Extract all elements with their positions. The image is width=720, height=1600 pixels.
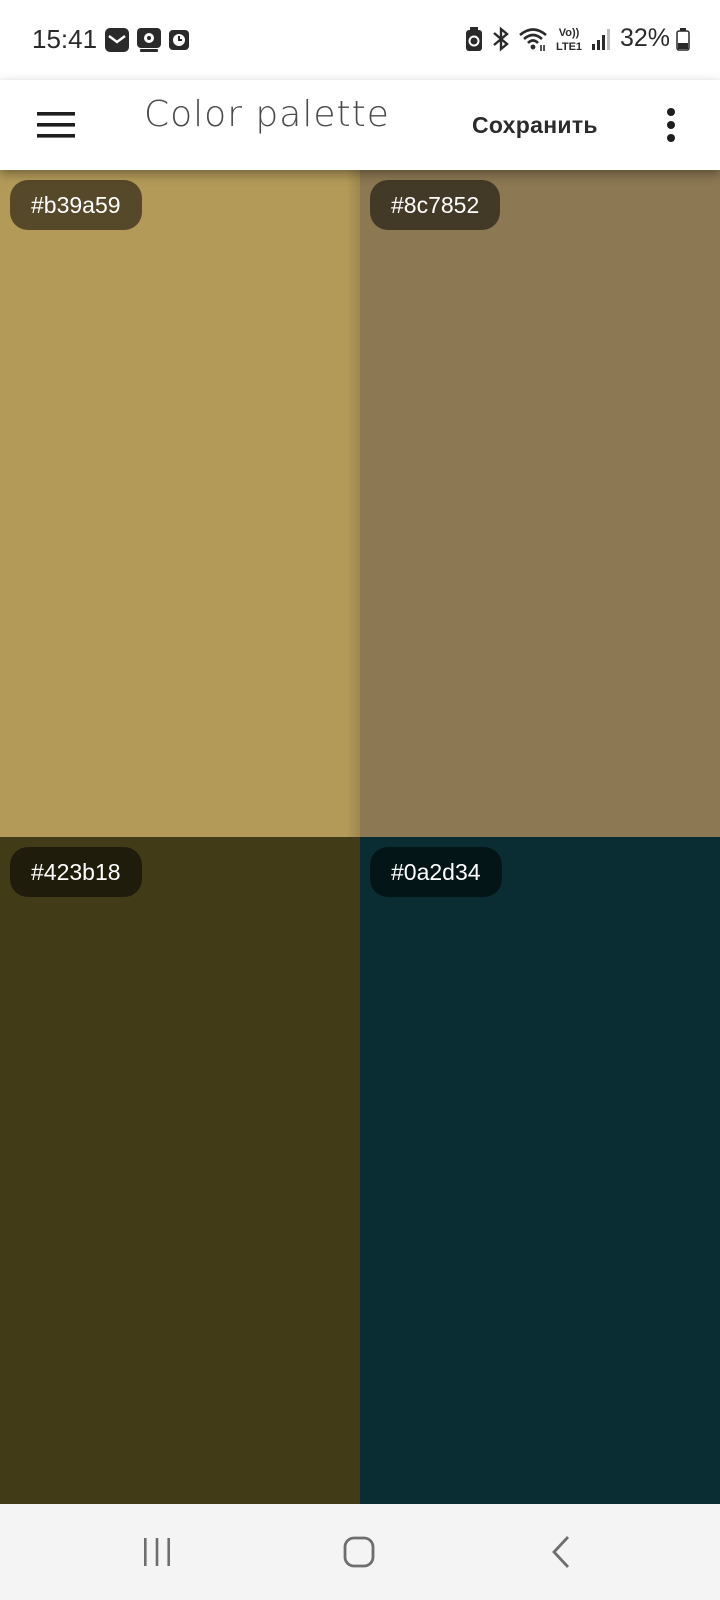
wifi-icon [519,27,547,51]
recent-apps-icon [144,1538,170,1566]
clock-app-icon [169,30,189,50]
signal-icon [591,28,610,50]
more-vert-icon [667,108,675,142]
status-time: 15:41 [32,24,98,54]
recent-apps-button[interactable] [127,1524,187,1580]
color-swatch[interactable]: #0a2d34 [360,837,720,1504]
back-button[interactable] [531,1524,591,1580]
hex-code-chip[interactable]: #0a2d34 [370,847,502,897]
menu-icon [37,112,75,138]
home-icon [343,1536,375,1568]
battery-saver-icon [465,26,482,51]
svg-text:Vo)): Vo)) [559,27,580,39]
status-bar: 15:41 Vo)) LTE1 32% [0,0,720,80]
page-title: Color palette [144,94,390,135]
save-button[interactable]: Сохранить [472,100,598,150]
back-icon [552,1536,570,1568]
color-palette-grid: #b39a59 #8c7852 #423b18 #0a2d34 [0,170,720,1504]
home-button[interactable] [329,1524,389,1580]
bluetooth-icon [493,25,509,52]
system-nav-bar [0,1504,720,1600]
notification-icons [104,27,190,53]
app-bar: Color palette Сохранить [0,80,720,170]
color-swatch[interactable]: #8c7852 [360,170,720,837]
menu-button[interactable] [24,96,88,154]
volte-icon: Vo)) LTE1 [556,27,582,53]
mail-icon [105,28,129,52]
gallery-icon [137,28,161,52]
hex-code-chip[interactable]: #8c7852 [370,180,501,230]
svg-text:LTE1: LTE1 [556,41,582,53]
hex-code-chip[interactable]: #423b18 [10,847,142,897]
color-swatch[interactable]: #423b18 [0,837,360,1504]
more-options-button[interactable] [650,96,692,154]
hex-code-chip[interactable]: #b39a59 [10,180,142,230]
system-status-icons: Vo)) LTE1 32% [464,24,690,53]
battery-percent: 32% [619,24,670,52]
battery-icon [676,27,690,51]
color-swatch[interactable]: #b39a59 [0,170,360,837]
